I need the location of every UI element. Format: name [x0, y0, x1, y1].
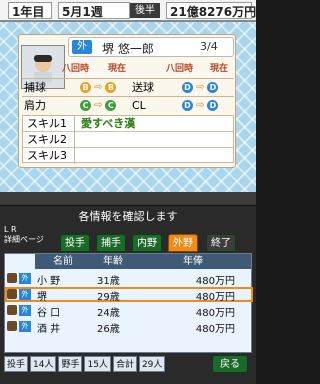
skill-label-2: スキル2	[27, 132, 75, 148]
row-salary: 480万円	[195, 292, 235, 303]
position-badge: 外	[19, 273, 31, 284]
glove-icon	[7, 289, 17, 299]
grade-d-icon: D	[182, 99, 193, 111]
total-label: 合計	[112, 356, 137, 372]
skill-label-1: スキル1	[27, 116, 75, 132]
header-age: 年齢	[91, 254, 135, 269]
year-text: 1年目	[12, 5, 45, 19]
bottom-screen: 各情報を確認します L R 詳細ページ 投手 捕手 内野 外野 終了 名前 年齢 …	[0, 192, 256, 384]
header-now-2: 現在	[210, 64, 229, 74]
row-salary: 480万円	[195, 276, 235, 287]
fielder-count: 15人	[84, 356, 111, 372]
tab-outfield[interactable]: 外野	[168, 234, 198, 252]
stat-label-catch: 捕球	[24, 81, 46, 94]
pitcher-label: 投手	[4, 356, 29, 372]
top-screen: 1年目 5月1週 後半 21億8276万円 外 堺 悠一郎 3/4 八回時 現在…	[0, 0, 256, 192]
arrow-icon: ⇨	[94, 99, 103, 111]
position-badge: 外	[19, 289, 31, 300]
money-text: 21億8276万円	[170, 5, 256, 19]
tab-end[interactable]: 終了	[206, 234, 236, 252]
grade-c-icon: C	[105, 99, 117, 111]
skill-value-1: 愛すべき漢	[81, 117, 136, 130]
roster-table: 名前 年齢 年俸 外 小 野 31歳 480万円 外 堺 29歳 480万円 外…	[4, 253, 253, 353]
table-row[interactable]: 外 酒 井 26歳 480万円	[5, 319, 253, 335]
tab-catcher[interactable]: 捕手	[96, 234, 126, 252]
skill-label-3: スキル3	[27, 148, 75, 164]
header-eighth-2: 八回時	[166, 64, 194, 74]
header-eighth: 八回時	[62, 64, 90, 74]
skill-row-3: スキル3	[23, 148, 233, 164]
position-badge: 外	[19, 321, 31, 332]
half-badge: 後半	[130, 3, 160, 18]
header-now: 現在	[108, 64, 127, 74]
tab-pitcher[interactable]: 投手	[60, 234, 90, 252]
player-name: 堺 悠一郎	[102, 42, 154, 56]
grade-d-icon: D	[207, 99, 219, 111]
row-age: 29歳	[97, 292, 120, 303]
row-salary: 480万円	[195, 308, 235, 319]
lr-hint: L R 詳細ページ	[4, 225, 44, 245]
row-age: 24歳	[97, 308, 120, 319]
back-button[interactable]: 戻る	[212, 355, 248, 373]
header-salary: 年俸	[135, 254, 251, 269]
lr-label: L R	[4, 225, 17, 234]
table-row[interactable]: 外 小 野 31歳 480万円	[5, 271, 253, 287]
table-row[interactable]: 外 堺 29歳 480万円	[5, 287, 253, 303]
row-name: 小 野	[37, 276, 61, 287]
stat-label-arm: 肩力	[24, 99, 46, 112]
glove-icon	[7, 305, 17, 315]
grade-c-icon: C	[80, 99, 91, 111]
stat-label-cl: CL	[132, 98, 146, 112]
skills-table: スキル1 愛すべき漢 スキル2 スキル3	[22, 115, 234, 164]
stat-values-cl: D ⇨ D	[182, 97, 219, 113]
arrow-icon: ⇨	[94, 81, 103, 93]
position-badge: 外	[19, 305, 31, 316]
skill-row-2: スキル2	[23, 132, 233, 148]
row-salary: 480万円	[195, 324, 235, 335]
grade-b-icon: B	[105, 81, 117, 93]
top-banner	[0, 192, 256, 206]
position-badge: 外	[72, 40, 92, 54]
table-row[interactable]: 外 谷 口 24歳 480万円	[5, 303, 253, 319]
header-name: 名前	[35, 254, 91, 269]
info-message: 各情報を確認します	[78, 210, 178, 223]
status-bar: 1年目 5月1週 後半 21億8276万円	[0, 0, 256, 22]
stat-values-throw: D ⇨ D	[182, 79, 219, 95]
total-count: 29人	[138, 356, 166, 372]
skill-row-1: スキル1 愛すべき漢	[23, 116, 233, 132]
fielder-label: 野手	[58, 356, 83, 372]
stat-values-arm: C ⇨ C	[80, 97, 117, 113]
detail-page-label[interactable]: 詳細ページ	[4, 235, 44, 244]
stat-row-1: 捕球 B ⇨ B 送球 D ⇨ D	[22, 78, 234, 95]
row-age: 26歳	[97, 324, 120, 335]
arrow-icon: ⇨	[196, 81, 205, 93]
player-index: 3/4	[200, 40, 218, 53]
grade-d-icon: D	[207, 81, 219, 93]
glove-icon	[7, 273, 17, 283]
arrow-icon: ⇨	[196, 99, 205, 111]
row-name: 谷 口	[37, 308, 61, 319]
row-age: 31歳	[97, 276, 120, 287]
grade-b-icon: B	[80, 81, 91, 93]
stat-row-2: 肩力 C ⇨ C CL D ⇨ D	[22, 96, 234, 113]
stat-values-catch: B ⇨ B	[80, 79, 117, 95]
row-name: 酒 井	[37, 324, 61, 335]
date-text: 5月1週	[62, 5, 103, 19]
glove-icon	[7, 321, 17, 331]
row-name: 堺	[37, 292, 47, 303]
pitcher-count: 14人	[30, 356, 57, 372]
stat-label-throw: 送球	[132, 81, 154, 94]
grade-d-icon: D	[182, 81, 193, 93]
tab-infield[interactable]: 内野	[132, 234, 162, 252]
